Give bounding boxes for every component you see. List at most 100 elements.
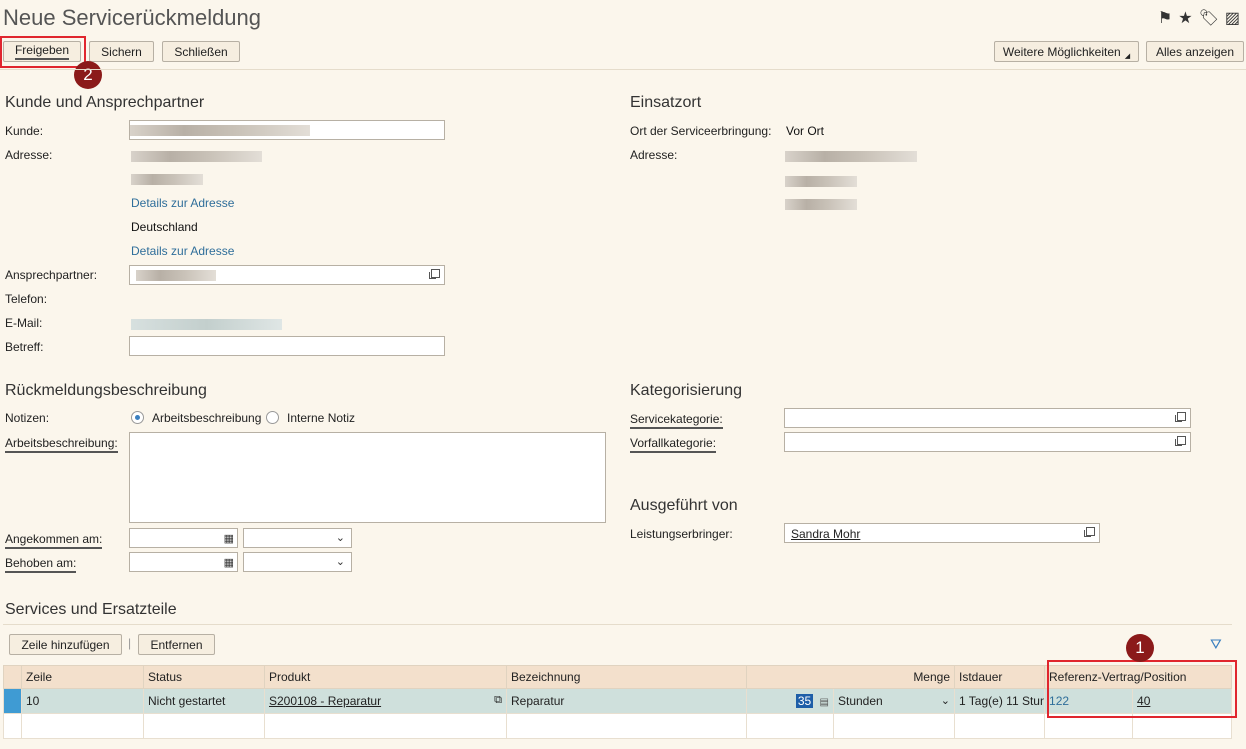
highlight-release	[0, 36, 86, 68]
value-help-icon[interactable]	[1084, 527, 1095, 537]
toolbar-separator: |	[128, 636, 132, 650]
provider-field[interactable]: Sandra Mohr	[784, 523, 1100, 543]
radio-internal-label[interactable]: Interne Notiz	[287, 411, 355, 425]
col-duration[interactable]: Istdauer	[954, 665, 1046, 689]
service-category-label: Servicekategorie:	[630, 412, 723, 429]
row-selector[interactable]	[3, 713, 22, 739]
add-row-button[interactable]: Zeile hinzufügen	[9, 634, 122, 655]
value-help-icon[interactable]: ⧉	[494, 694, 502, 707]
more-options-button[interactable]: Weitere Möglichkeiten ◢	[994, 41, 1139, 62]
unit-value[interactable]: Stunden	[838, 694, 883, 708]
services-section-title: Services und Ersatzteile	[5, 601, 177, 618]
marker-2: 2	[74, 61, 102, 89]
show-all-button[interactable]: Alles anzeigen	[1146, 41, 1244, 62]
location-address-label: Adresse:	[630, 148, 678, 162]
categorization-section-title: Kategorisierung	[630, 382, 743, 399]
arrived-time-select[interactable]: ⌄	[243, 528, 352, 548]
subject-label: Betreff:	[5, 340, 44, 354]
radio-work-label[interactable]: Arbeitsbeschreibung	[152, 411, 261, 425]
radio-internal-note[interactable]	[266, 411, 279, 424]
resolved-time-select[interactable]: ⌄	[243, 552, 352, 572]
provider-label: Leistungserbringer:	[630, 527, 733, 541]
empty-cell	[143, 713, 265, 739]
address-details-link[interactable]: Details zur Adresse	[131, 196, 234, 210]
new-document-icon[interactable]: ▨	[1225, 8, 1240, 28]
country-value: Deutschland	[131, 220, 198, 234]
remove-button[interactable]: Entfernen	[138, 634, 215, 655]
col-selector	[3, 665, 22, 689]
cell-status: Nicht gestartet	[143, 688, 265, 714]
col-description[interactable]: Bezeichnung	[506, 665, 747, 689]
arrived-date-field[interactable]: ▦	[129, 528, 238, 548]
highlight-reference	[1047, 660, 1237, 718]
col-quantity[interactable]: Menge	[745, 665, 956, 689]
redacted-email	[131, 319, 282, 330]
empty-cell	[954, 713, 1046, 739]
chevron-down-icon[interactable]: ⌄	[941, 694, 950, 707]
calendar-icon[interactable]: ▦	[224, 532, 234, 545]
resolved-label: Behoben am:	[5, 556, 77, 573]
row-selector[interactable]	[3, 688, 22, 714]
toolbar-divider	[0, 69, 1246, 70]
provider-value[interactable]: Sandra Mohr	[791, 527, 860, 541]
contact-field[interactable]	[129, 265, 445, 285]
service-category-field[interactable]	[784, 408, 1191, 428]
resolved-date-field[interactable]: ▦	[129, 552, 238, 572]
redacted-customer	[130, 125, 310, 136]
services-divider	[3, 624, 1232, 625]
calculator-icon[interactable]: ▤	[820, 697, 829, 708]
redacted-location-3	[785, 199, 857, 210]
redacted-address-1	[131, 151, 262, 162]
address-details-link-2[interactable]: Details zur Adresse	[131, 244, 234, 258]
empty-cell	[506, 713, 747, 739]
calendar-icon[interactable]: ▦	[224, 556, 234, 569]
col-status[interactable]: Status	[143, 665, 265, 689]
redacted-contact	[136, 270, 216, 281]
redacted-location-2	[785, 176, 857, 187]
contact-label: Ansprechpartner:	[5, 268, 98, 282]
empty-cell	[21, 713, 144, 739]
customer-label: Kunde:	[5, 124, 44, 138]
subject-field[interactable]	[129, 336, 445, 356]
work-description-textarea[interactable]	[129, 432, 606, 523]
place-value: Vor Ort	[786, 124, 825, 138]
arrived-label: Angekommen am:	[5, 532, 103, 549]
redacted-location-1	[785, 151, 917, 162]
empty-cell	[264, 713, 507, 739]
col-line[interactable]: Zeile	[21, 665, 144, 689]
customer-section-title: Kunde und Ansprechpartner	[5, 94, 205, 111]
phone-label: Telefon:	[5, 292, 48, 306]
cell-product[interactable]: S200108 - Reparatur ⧉	[264, 688, 507, 714]
chevron-down-icon[interactable]: ⌄	[336, 555, 345, 568]
flag-icon[interactable]: ⚑	[1158, 8, 1172, 28]
col-product[interactable]: Produkt	[264, 665, 507, 689]
address-label: Adresse:	[5, 148, 53, 162]
cell-unit[interactable]: Stunden ⌄	[832, 688, 956, 714]
save-button[interactable]: Sichern	[89, 41, 154, 62]
radio-work-description[interactable]	[131, 411, 144, 424]
customer-field[interactable]	[129, 120, 445, 140]
empty-cell	[746, 713, 834, 739]
description-section-title: Rückmeldungsbeschreibung	[5, 382, 207, 399]
email-label: E-Mail:	[5, 316, 43, 330]
page-title: Neue Servicerückmeldung	[3, 5, 262, 30]
filter-icon[interactable]: ⛛	[1210, 636, 1222, 653]
cell-duration: 1 Tag(e) 11 Stunde	[954, 688, 1046, 714]
close-button[interactable]: Schließen	[162, 41, 240, 62]
redacted-address-2	[131, 174, 203, 185]
work-description-label: Arbeitsbeschreibung:	[5, 436, 118, 453]
product-value[interactable]: S200108 - Reparatur	[269, 694, 381, 708]
value-help-icon[interactable]	[1175, 436, 1186, 446]
cell-quantity[interactable]: 35 ▤	[746, 688, 834, 714]
place-label: Ort der Serviceerbringung:	[630, 124, 772, 138]
star-icon[interactable]: ★	[1178, 8, 1192, 28]
value-help-icon[interactable]	[429, 269, 440, 279]
incident-category-field[interactable]	[784, 432, 1191, 452]
value-help-icon[interactable]	[1175, 412, 1186, 422]
executed-by-section-title: Ausgeführt von	[630, 497, 738, 514]
header-icons: ⚑ ★ 🏷 ▨	[1158, 8, 1240, 28]
chevron-down-icon[interactable]: ⌄	[336, 531, 345, 544]
cell-description: Reparatur	[506, 688, 747, 714]
quantity-value[interactable]: 35	[795, 694, 814, 708]
tag-icon[interactable]: 🏷	[1199, 8, 1219, 28]
